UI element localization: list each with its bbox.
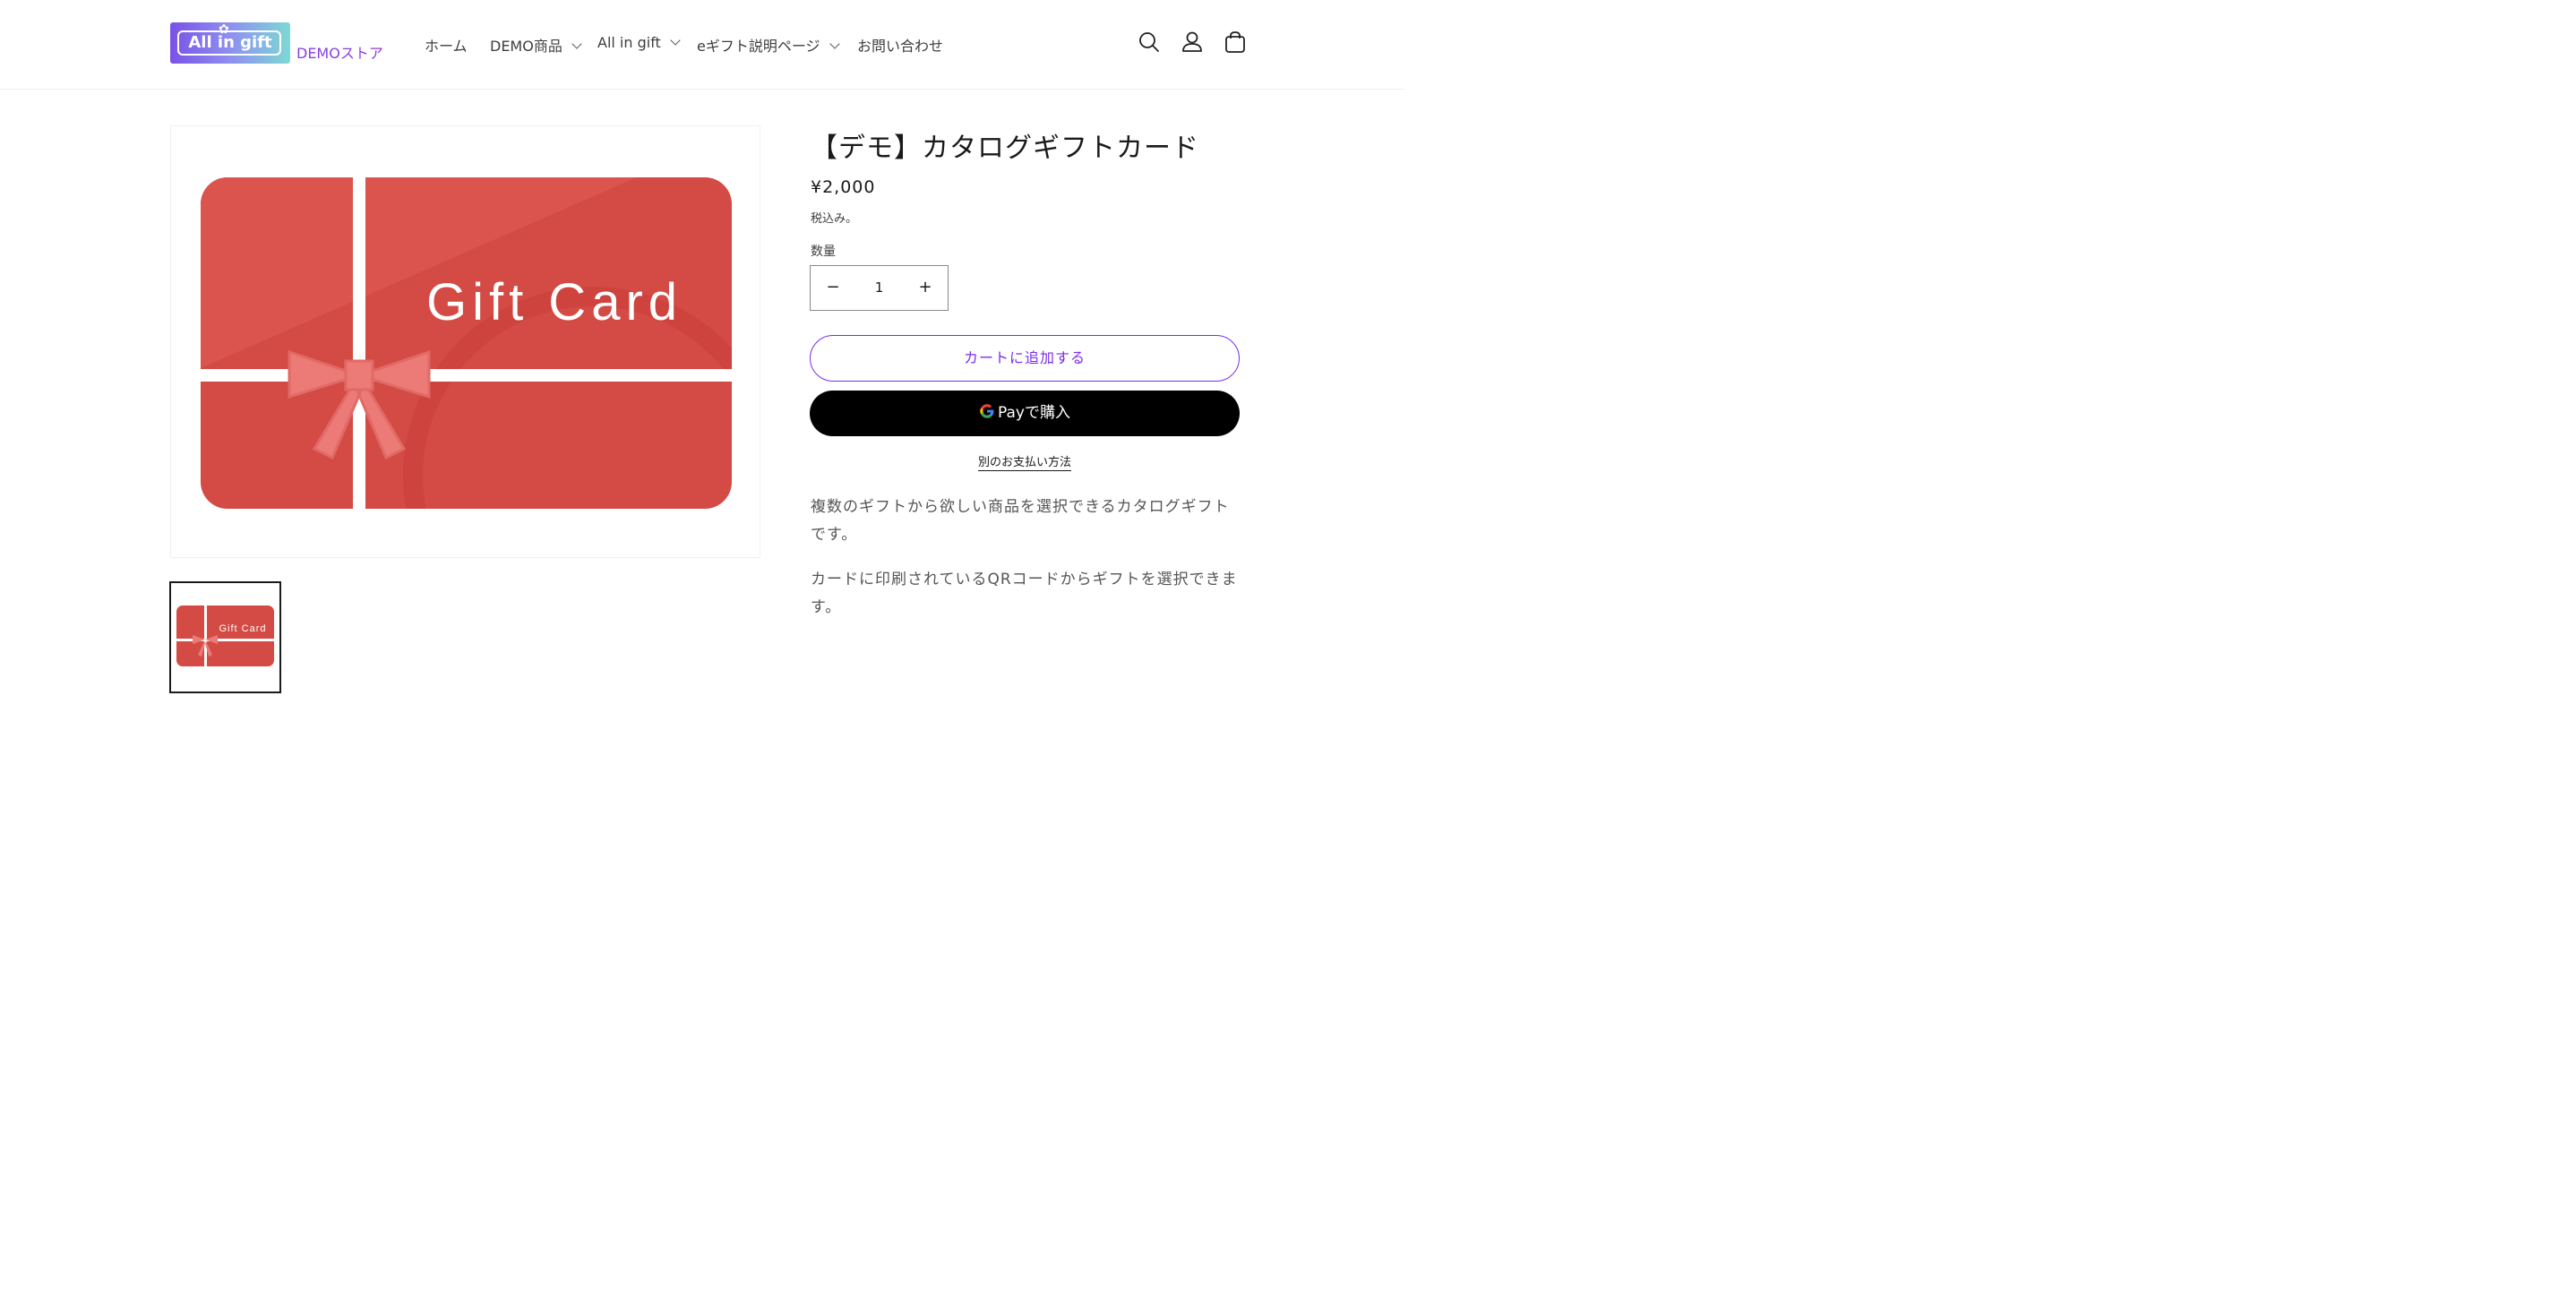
store-name[interactable]: DEMOストア <box>296 41 383 63</box>
nav-egift-info[interactable]: eギフト説明ページ <box>697 34 840 56</box>
chevron-down-icon <box>571 39 582 49</box>
more-payment-options: 別のお支払い方法 <box>810 452 1240 471</box>
quantity-input[interactable]: 1 <box>855 266 903 310</box>
tax-note: 税込み。 <box>811 212 858 226</box>
product-main-image[interactable]: Gift Card <box>170 125 760 558</box>
thumb-label: Gift Card <box>219 623 266 634</box>
nav-label: All in gift <box>597 34 661 51</box>
product-thumbnail[interactable]: Gift Card <box>169 581 281 693</box>
card-label: Gift Card <box>426 273 683 331</box>
decrement-button[interactable]: − <box>811 266 855 310</box>
google-pay-button[interactable]: Payで購入 <box>810 391 1240 436</box>
gpay-suffix: で購入 <box>1024 404 1070 422</box>
nav-all-in-gift[interactable]: All in gift <box>597 34 681 51</box>
quantity-label: 数量 <box>811 245 836 259</box>
nav-contact[interactable]: お問い合わせ <box>857 34 943 56</box>
logo-text: All in gift <box>188 33 272 52</box>
chevron-down-icon <box>829 39 840 49</box>
add-to-cart-button[interactable]: カートに追加する <box>810 335 1240 382</box>
google-g-icon <box>980 404 994 418</box>
increment-button[interactable]: + <box>903 266 948 310</box>
gift-card-image: Gift Card <box>201 177 732 509</box>
more-payment-link[interactable]: 別のお支払い方法 <box>977 456 1071 471</box>
store-logo[interactable]: ✿ All in gift <box>170 22 290 64</box>
account-icon[interactable] <box>1179 29 1206 56</box>
nav-demo-products[interactable]: DEMO商品 <box>490 34 582 56</box>
search-icon[interactable] <box>1136 29 1163 56</box>
nav-home[interactable]: ホーム <box>425 34 468 56</box>
chevron-down-icon <box>670 35 681 46</box>
cart-icon[interactable] <box>1222 29 1249 56</box>
product-title: 【デモ】カタログギフトカード <box>811 133 1199 164</box>
nav-label: お問い合わせ <box>857 38 944 55</box>
product-price: ¥2,000 <box>811 177 876 197</box>
product-description-2: カードに印刷されているQRコードからギフトを選択できます。 <box>811 571 1238 616</box>
site-header: ✿ All in gift DEMOストア ホーム DEMO商品 All in … <box>0 0 1404 90</box>
gift-card-thumbnail: Gift Card <box>176 606 274 666</box>
nav-label: eギフト説明ページ <box>697 38 820 55</box>
quantity-stepper: − 1 + <box>810 265 949 311</box>
nav-label: DEMO商品 <box>490 38 562 55</box>
nav-label: ホーム <box>425 38 468 55</box>
gpay-brand: Pay <box>998 404 1025 422</box>
product-description-1: 複数のギフトから欲しい商品を選択できるカタログギフトです。 <box>811 498 1230 544</box>
